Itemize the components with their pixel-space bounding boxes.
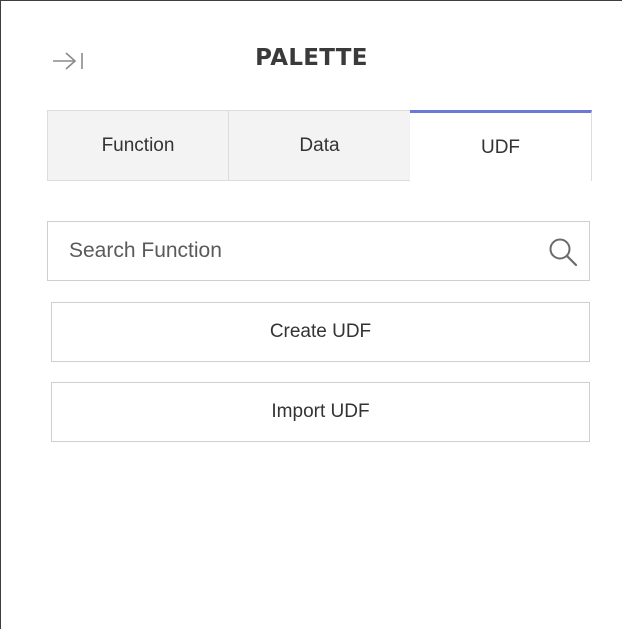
tab-function[interactable]: Function [47,110,229,181]
import-udf-button[interactable]: Import UDF [51,382,590,442]
palette-tabs: Function Data UDF [47,110,592,181]
tab-function-label: Function [101,134,175,156]
import-udf-label: Import UDF [271,401,370,422]
tab-data-label: Data [299,134,340,156]
search-input[interactable] [48,222,528,280]
search-box [47,221,590,281]
create-udf-label: Create UDF [269,321,372,342]
tab-udf[interactable]: UDF [410,110,592,181]
tab-data[interactable]: Data [228,110,411,181]
palette-panel: PALETTE Function Data UDF Create UDF Imp… [0,0,622,629]
tab-udf-label: UDF [480,137,521,158]
search-icon[interactable] [547,236,579,268]
palette-title: PALETTE [255,45,368,71]
create-udf-button[interactable]: Create UDF [51,302,590,362]
